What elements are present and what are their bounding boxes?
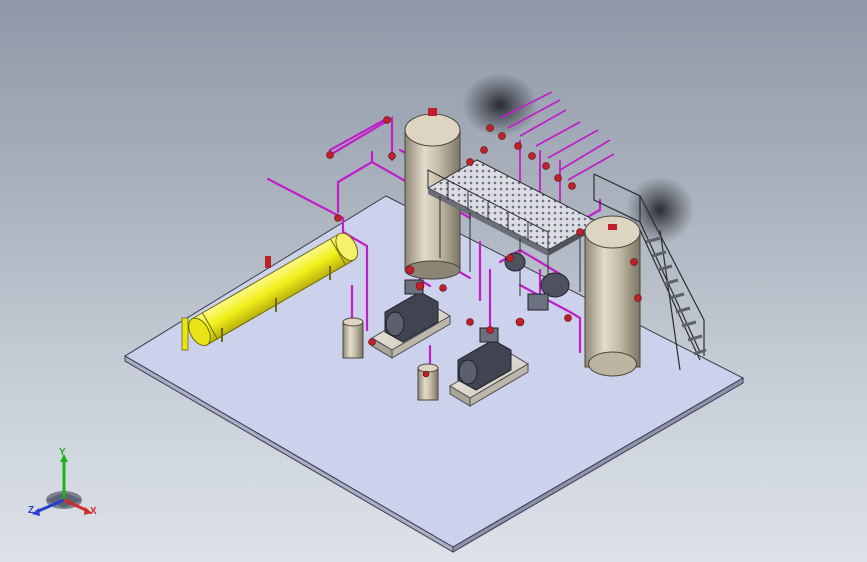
vertical-tank-right (584, 215, 641, 377)
cad-viewport[interactable]: Y Z X (0, 0, 867, 562)
axis-triad: Y Z X (22, 446, 106, 524)
x-axis-label: X (90, 506, 97, 517)
y-axis-label: Y (59, 447, 66, 458)
model-scene[interactable] (0, 0, 867, 562)
z-axis-label: Z (28, 505, 35, 516)
